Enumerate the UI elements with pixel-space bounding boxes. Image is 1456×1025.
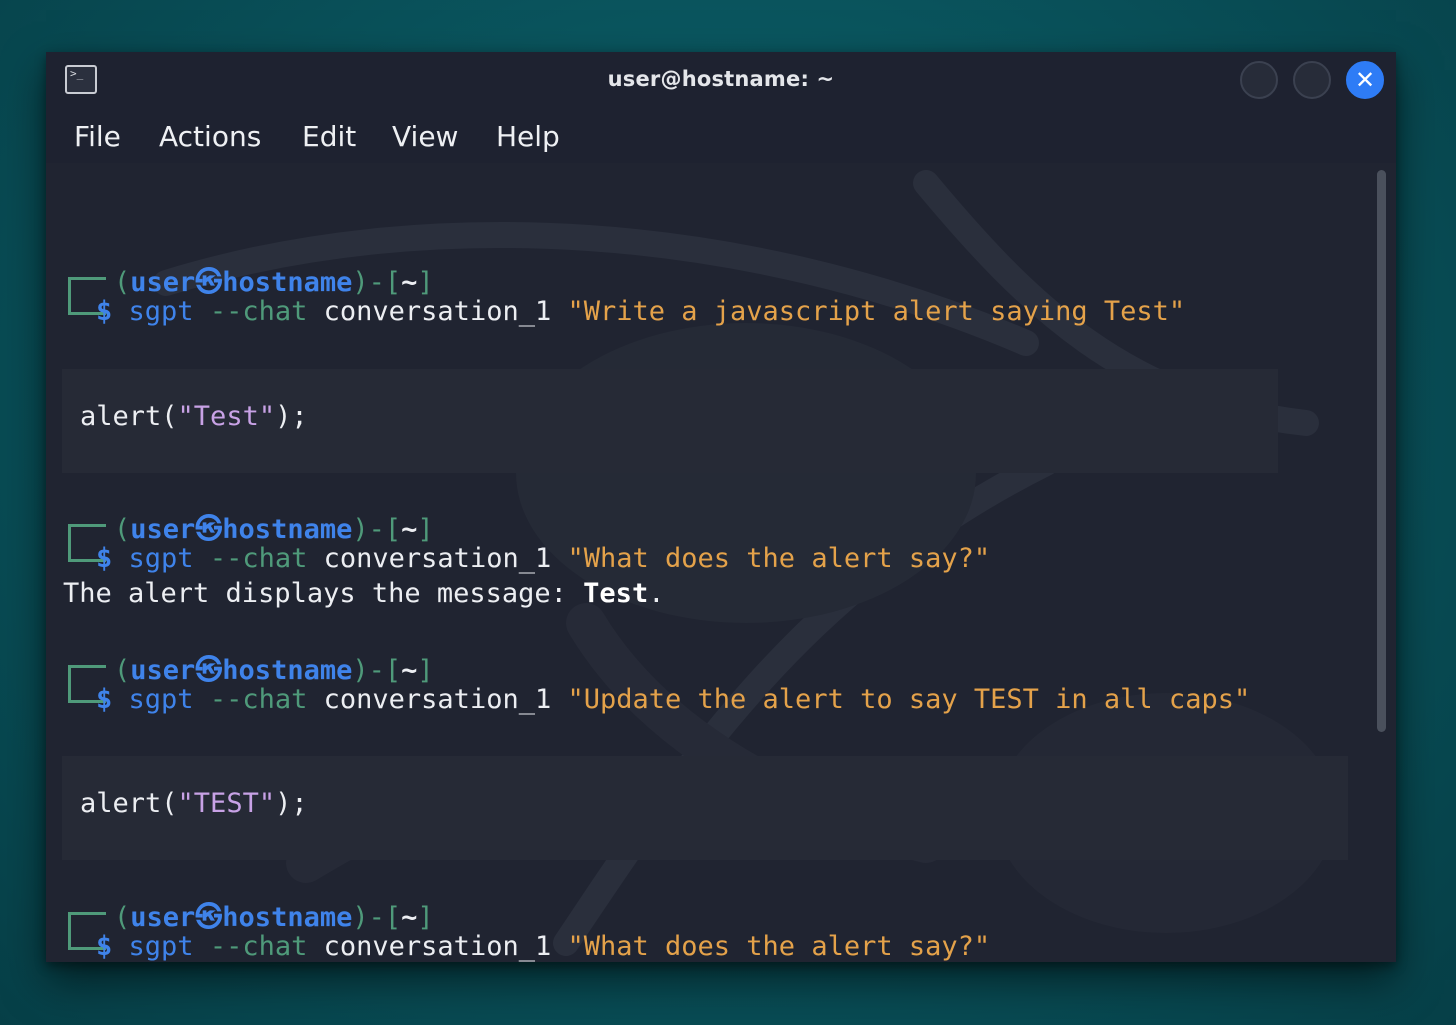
command-line: $ sgpt --chat conversation_1 "What does … [96,931,991,962]
menu-file[interactable]: File [74,120,121,153]
code-output: alert("Test"); [80,401,308,432]
terminal-window: >_ user@hostname: ~ ✕ File Actions Edit … [46,52,1396,962]
menu-actions[interactable]: Actions [159,120,261,153]
menu-bar: File Actions Edit View Help [46,108,1396,163]
menu-view[interactable]: View [392,120,458,153]
prompt-line: (user㉿hostname)-[~] [114,902,434,933]
prompt-line: (user㉿hostname)-[~] [114,267,434,298]
title-bar[interactable]: >_ user@hostname: ~ ✕ [46,52,1396,108]
close-icon: ✕ [1354,66,1376,94]
command-line: $ sgpt --chat conversation_1 "What does … [96,543,991,574]
window-title: user@hostname: ~ [607,67,835,91]
command-line: $ sgpt --chat conversation_1 "Update the… [96,684,1251,715]
vertical-scrollbar[interactable] [1377,170,1386,732]
command-line: $ sgpt --chat conversation_1 "Write a ja… [96,296,1186,327]
menu-edit[interactable]: Edit [302,120,356,153]
answer-output: The alert displays the message: Test. [63,578,665,609]
close-button[interactable]: ✕ [1346,61,1384,99]
terminal-output[interactable]: (user㉿hostname)-[~] $ sgpt --chat conver… [46,163,1396,962]
maximize-button[interactable] [1293,61,1331,99]
minimize-button[interactable] [1240,61,1278,99]
prompt-line: (user㉿hostname)-[~] [114,655,434,686]
prompt-line: (user㉿hostname)-[~] [114,514,434,545]
code-output: alert("TEST"); [80,788,308,819]
menu-help[interactable]: Help [496,120,560,153]
